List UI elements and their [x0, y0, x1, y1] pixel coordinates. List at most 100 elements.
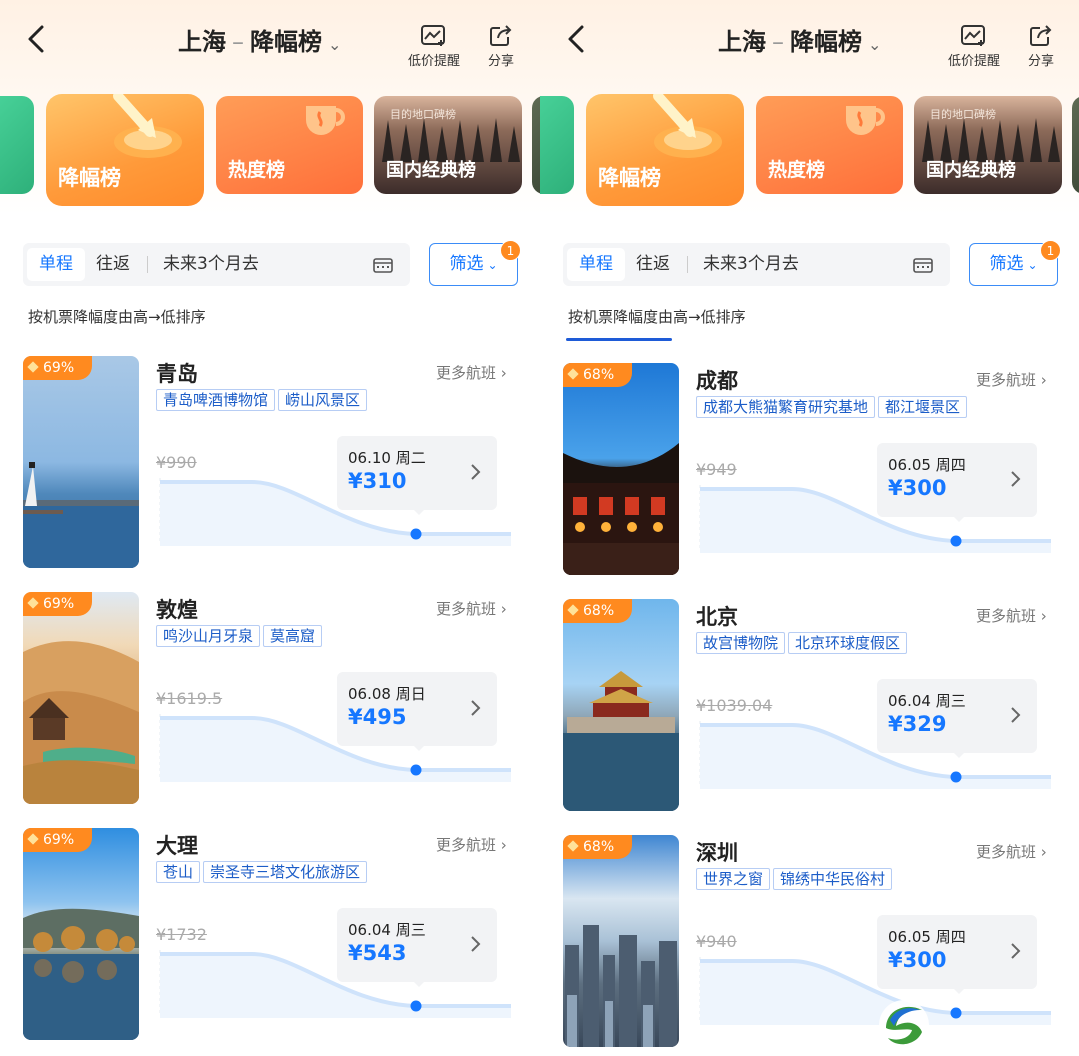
- page-title[interactable]: 上海 – 降幅榜 ⌄: [718, 22, 881, 57]
- sort-description: 按机票降幅度由高→低排序: [28, 308, 206, 326]
- chevron-right-icon: [1011, 471, 1021, 487]
- back-arrow-icon: [28, 25, 44, 53]
- attraction-tags: 青岛啤酒博物馆 崂山风景区: [156, 389, 370, 411]
- filter-count-badge: 1: [500, 240, 521, 261]
- chart-alert-icon: [421, 25, 445, 46]
- lowest-price-box[interactable]: 06.04 周三 ¥329: [877, 679, 1037, 758]
- falling-arrow-icon: [113, 94, 182, 158]
- tab-roundtrip[interactable]: 往返: [624, 248, 682, 281]
- attraction-tag: 成都大熊猫繁育研究基地: [696, 396, 876, 418]
- phone-screen-left: 上海 – 降幅榜 ⌄ 低价提醒 分享 降幅榜 热度榜 目的地口碑榜 国内经典榜 单程 …: [0, 0, 540, 1056]
- chevron-right-icon: ›: [1040, 371, 1047, 389]
- attraction-tag: 北京环球度假区: [788, 632, 908, 654]
- page-title[interactable]: 上海 – 降幅榜 ⌄: [178, 22, 341, 57]
- calendar-icon[interactable]: [913, 257, 933, 273]
- trip-filter-bar: 单程 往返 未来3个月去: [563, 243, 950, 286]
- banner-prev-edge[interactable]: [540, 96, 574, 194]
- discount-value: 68%: [583, 367, 615, 383]
- tab-roundtrip[interactable]: 往返: [84, 248, 142, 281]
- banner-domestic-ranking[interactable]: 目的地口碑榜 国内经典榜: [914, 96, 1062, 194]
- chevron-right-icon: [471, 464, 481, 480]
- price-alert-label: 低价提醒: [948, 54, 1001, 69]
- list-item[interactable]: 68% 成都 更多航班 › 成都大熊猫繁育研究基地 都江堰景区 ¥949 06.0…: [540, 363, 1079, 579]
- destination-photo: 69%: [23, 356, 139, 568]
- lowest-price-box[interactable]: 06.04 周三 ¥543: [337, 908, 497, 987]
- more-flights-link[interactable]: 更多航班 ›: [436, 362, 507, 383]
- destination-photo: 69%: [23, 592, 139, 804]
- ranking-banners: 降幅榜 热度榜 目的地口碑榜 国内经典榜: [0, 80, 540, 220]
- list-item[interactable]: 69% 大理 更多航班 › 苍山 崇圣寺三塔文化旅游区 ¥1732 06.04 周…: [0, 828, 540, 1044]
- chevron-down-icon: ⌄: [328, 35, 342, 54]
- attraction-tags: 成都大熊猫繁育研究基地 都江堰景区: [696, 396, 970, 418]
- more-flights-link[interactable]: 更多航班 ›: [976, 605, 1047, 626]
- flight-date: 06.05 周四: [888, 456, 966, 474]
- banner-hot-ranking[interactable]: 热度榜: [216, 96, 363, 194]
- banner-prev-edge[interactable]: [0, 96, 34, 194]
- back-button[interactable]: [26, 24, 52, 54]
- list-item[interactable]: 68% 北京 更多航班 › 故宫博物院 北京环球度假区 ¥1039.04 06.0…: [540, 599, 1079, 815]
- banner-domestic-label: 国内经典榜: [926, 160, 1016, 181]
- more-flights-link[interactable]: 更多航班 ›: [976, 841, 1047, 862]
- banner-next-edge[interactable]: [1072, 96, 1079, 194]
- banner-domestic-tag: 目的地口碑榜: [930, 108, 996, 121]
- share-button[interactable]: 分享: [488, 24, 514, 69]
- tab-oneway[interactable]: 单程: [567, 248, 625, 281]
- price-alert-button[interactable]: 低价提醒: [408, 24, 460, 69]
- flight-date: 06.05 周四: [888, 928, 966, 946]
- screenshot-stage: 上海 – 降幅榜 ⌄ 低价提醒 分享 降幅榜 热度榜 目的地口碑榜 国内经典榜 单程 …: [0, 0, 1079, 1056]
- lowest-price-box[interactable]: 06.05 周四 ¥300: [877, 443, 1037, 522]
- attraction-tags: 苍山 崇圣寺三塔文化旅游区: [156, 861, 370, 883]
- phone-screen-right: 上海 – 降幅榜 ⌄ 低价提醒 分享 降幅榜 热度榜 目的地口碑榜 国内经典榜 单程 …: [540, 0, 1079, 1056]
- box-pointer: [952, 751, 966, 758]
- flight-date: 06.10 周二: [348, 449, 426, 467]
- more-flights-link[interactable]: 更多航班 ›: [976, 369, 1047, 390]
- destination-photo: 69%: [23, 828, 139, 1040]
- banner-domestic-ranking[interactable]: 目的地口碑榜 国内经典榜: [374, 96, 522, 194]
- banner-next-edge[interactable]: [532, 96, 540, 194]
- discount-badge: 69%: [23, 356, 93, 380]
- back-button[interactable]: [566, 24, 592, 54]
- flight-price: ¥495: [348, 705, 407, 729]
- banner-domestic-tag: 目的地口碑榜: [390, 108, 456, 121]
- attraction-tag: 崂山风景区: [278, 389, 368, 411]
- ranking-banners: 降幅榜 热度榜 目的地口碑榜 国内经典榜: [540, 80, 1079, 220]
- attraction-tag: 世界之窗: [696, 868, 771, 890]
- more-flights-link[interactable]: 更多航班 ›: [436, 834, 507, 855]
- lowest-price-box[interactable]: 06.08 周日 ¥495: [337, 672, 497, 751]
- banner-domestic-label: 国内经典榜: [386, 160, 476, 181]
- box-pointer: [412, 980, 426, 987]
- list-item[interactable]: 68% 深圳 更多航班 › 世界之窗 锦绣中华民俗村 ¥940 06.05 周四 …: [540, 835, 1079, 1051]
- destination-photo: 68%: [563, 363, 679, 575]
- banner-drop-ranking[interactable]: 降幅榜: [586, 94, 744, 206]
- list-item[interactable]: 69% 敦煌 更多航班 › 鸣沙山月牙泉 莫高窟 ¥1619.5 06.08 周日…: [0, 592, 540, 808]
- date-range-selector[interactable]: 未来3个月去: [703, 243, 799, 286]
- desert-scene: [23, 641, 139, 804]
- lowest-price-box[interactable]: 06.10 周二 ¥310: [337, 436, 497, 515]
- app-logo-icon: [879, 1000, 929, 1050]
- price-alert-button[interactable]: 低价提醒: [948, 24, 1000, 69]
- box-pointer: [412, 744, 426, 751]
- share-icon: [490, 25, 512, 46]
- banner-hot-ranking[interactable]: 热度榜: [756, 96, 903, 194]
- banner-drop-label: 降幅榜: [598, 166, 661, 190]
- discount-badge: 69%: [23, 828, 93, 852]
- discount-value: 68%: [583, 603, 615, 619]
- discount-value: 69%: [43, 360, 75, 376]
- date-range-selector[interactable]: 未来3个月去: [163, 243, 259, 286]
- more-flights-label: 更多航班: [976, 371, 1037, 389]
- box-pointer: [952, 515, 966, 522]
- lowest-price-box[interactable]: 06.05 周四 ¥300: [877, 915, 1037, 994]
- share-label: 分享: [488, 54, 515, 69]
- banner-drop-ranking[interactable]: 降幅榜: [46, 94, 204, 206]
- title-separator: –: [232, 28, 244, 56]
- attraction-tags: 故宫博物院 北京环球度假区: [696, 632, 910, 654]
- more-flights-link[interactable]: 更多航班 ›: [436, 598, 507, 619]
- calendar-icon[interactable]: [373, 257, 393, 273]
- tab-oneway[interactable]: 单程: [27, 248, 85, 281]
- share-button[interactable]: 分享: [1028, 24, 1054, 69]
- flight-price: ¥329: [888, 712, 947, 736]
- palace-scene: [563, 671, 679, 811]
- attraction-tag: 苍山: [156, 861, 201, 883]
- list-item[interactable]: 69% 青岛 更多航班 › 青岛啤酒博物馆 崂山风景区 ¥990 06.10 周二…: [0, 356, 540, 572]
- chevron-right-icon: ›: [500, 836, 507, 854]
